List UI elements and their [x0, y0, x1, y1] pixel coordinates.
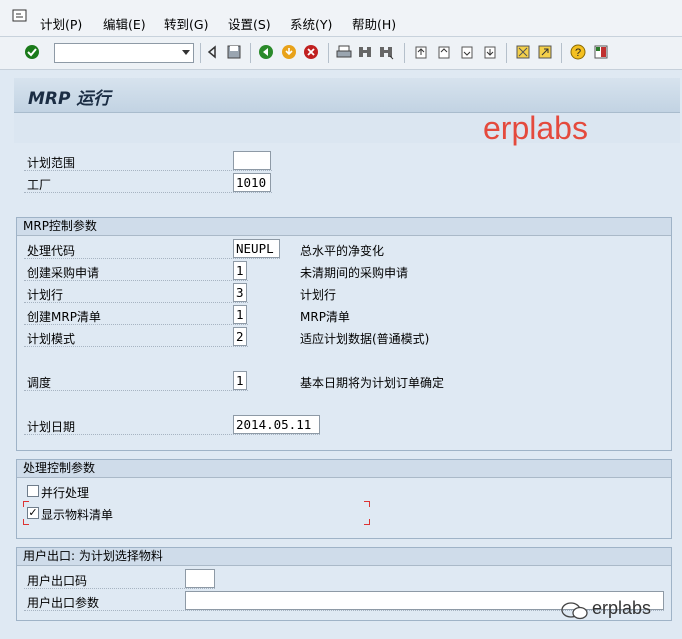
help-icon[interactable]: ? [570, 44, 586, 60]
enter-check-icon[interactable] [24, 44, 40, 60]
scheduling-label: 调度 [27, 376, 52, 390]
plant-input[interactable]: 1010 [233, 173, 271, 192]
menu-edit[interactable]: 编辑(E) [103, 14, 146, 33]
back-icon[interactable] [258, 44, 274, 60]
processing-key-desc: 总水平的净变化 [300, 244, 385, 258]
menu-goto[interactable]: 转到(G) [164, 14, 208, 33]
previous-page-icon[interactable] [436, 44, 452, 60]
title-bar: MRP 运行 [14, 78, 680, 113]
scheduling-input[interactable]: 1 [233, 371, 247, 390]
command-field[interactable] [54, 43, 194, 63]
scheduling-desc: 基本日期将为计划订单确定 [300, 376, 445, 390]
planning-mode-label: 计划模式 [27, 332, 76, 346]
processing-key-input[interactable]: NEUPL [233, 239, 280, 258]
processing-key-label: 处理代码 [27, 244, 76, 258]
user-exit-code-input[interactable] [185, 569, 215, 588]
create-purchase-req-desc: 未清期间的采购申请 [300, 266, 409, 280]
planning-mode-desc: 适应计划数据(普通模式) [300, 332, 430, 346]
user-exit-group-title: 用户出口: 为计划选择物料 [17, 548, 671, 566]
create-mrp-list-desc: MRP清单 [300, 310, 350, 324]
page-title: MRP 运行 [28, 89, 111, 109]
collapse-left-icon[interactable] [204, 44, 220, 60]
user-exit-param-label: 用户出口参数 [27, 596, 100, 610]
display-material-list-checkbox[interactable]: ✓ [27, 507, 39, 519]
planning-mode-input[interactable]: 2 [233, 327, 247, 346]
create-purchase-req-input[interactable]: 1 [233, 261, 247, 280]
parallel-processing-label: 并行处理 [41, 486, 90, 500]
planning-date-input[interactable]: 2014.05.11 [233, 415, 320, 434]
parallel-processing-checkbox[interactable] [27, 485, 39, 497]
plant-label: 工厂 [27, 178, 52, 192]
processing-control-group-title: 处理控制参数 [17, 460, 671, 478]
footer-watermark-text: erplabs [592, 598, 652, 618]
schedule-lines-label: 计划行 [27, 288, 64, 302]
cancel-icon[interactable] [303, 44, 319, 60]
wechat-icon [561, 602, 588, 620]
layout-menu-icon[interactable] [593, 44, 609, 60]
find-icon[interactable] [357, 44, 373, 60]
create-mrp-list-label: 创建MRP清单 [27, 310, 101, 324]
first-page-icon[interactable] [413, 44, 429, 60]
schedule-lines-desc: 计划行 [300, 288, 337, 302]
watermark-text: erplabs [483, 110, 588, 146]
create-purchase-req-label: 创建采购申请 [27, 266, 100, 280]
plan-scope-label: 计划范围 [27, 156, 76, 170]
save-icon[interactable] [226, 44, 242, 60]
print-icon[interactable] [336, 44, 352, 60]
svg-text:?: ? [575, 47, 581, 59]
next-page-icon[interactable] [459, 44, 475, 60]
menu-bar: 计划(P) 编辑(E) 转到(G) 设置(S) 系统(Y) 帮助(H) [0, 0, 682, 37]
menu-plan[interactable]: 计划(P) [40, 14, 82, 33]
menu-help[interactable]: 帮助(H) [352, 14, 396, 33]
planning-date-label: 计划日期 [27, 420, 76, 434]
mrp-control-group-title: MRP控制参数 [17, 218, 671, 236]
chevron-down-icon[interactable] [182, 50, 190, 55]
new-session-icon[interactable] [515, 44, 531, 60]
menu-system[interactable]: 系统(Y) [290, 14, 332, 33]
exit-icon[interactable] [281, 44, 297, 60]
find-next-icon[interactable] [378, 44, 394, 60]
app-menu-icon[interactable] [12, 9, 28, 23]
last-page-icon[interactable] [482, 44, 498, 60]
processing-control-group: 处理控制参数 [16, 459, 672, 539]
plan-scope-input[interactable] [233, 151, 271, 170]
menu-settings[interactable]: 设置(S) [228, 14, 271, 33]
schedule-lines-input[interactable]: 3 [233, 283, 247, 302]
user-exit-code-label: 用户出口码 [27, 574, 88, 588]
display-material-list-label: 显示物料清单 [41, 508, 114, 522]
shortcut-icon[interactable] [537, 44, 553, 60]
create-mrp-list-input[interactable]: 1 [233, 305, 247, 324]
